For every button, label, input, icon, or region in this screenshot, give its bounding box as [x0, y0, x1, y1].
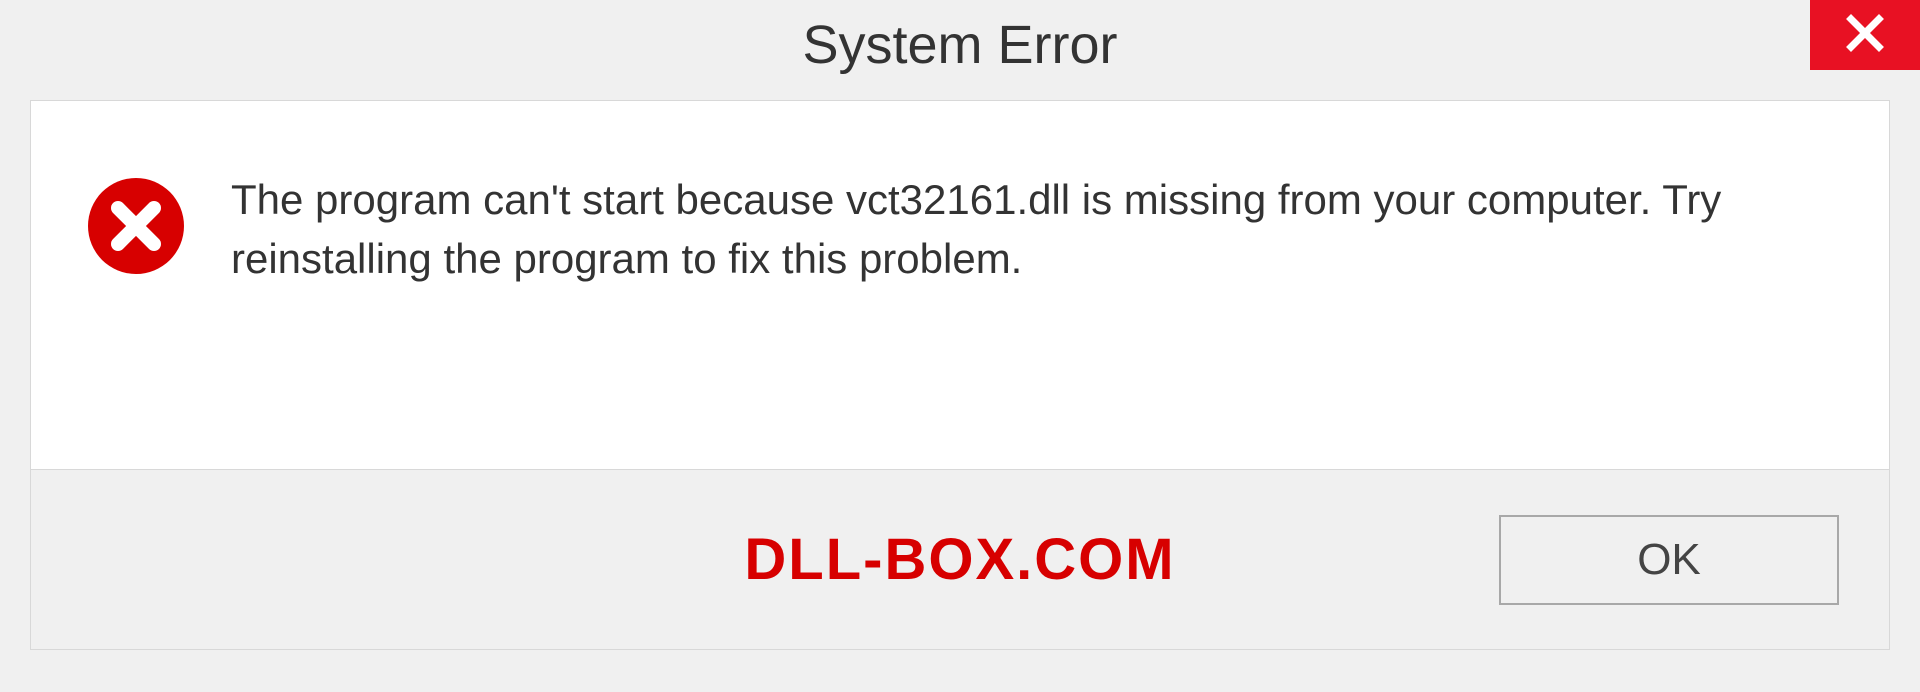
ok-button[interactable]: OK — [1499, 515, 1839, 605]
dialog-title: System Error — [802, 14, 1117, 76]
content-panel: The program can't start because vct32161… — [30, 100, 1890, 470]
close-button[interactable] — [1810, 0, 1920, 70]
error-message: The program can't start because vct32161… — [231, 171, 1829, 289]
watermark-text: DLL-BOX.COM — [744, 526, 1175, 593]
dialog-footer: DLL-BOX.COM OK — [30, 470, 1890, 650]
error-icon — [86, 176, 186, 276]
titlebar: System Error — [0, 0, 1920, 90]
close-icon — [1844, 12, 1886, 59]
